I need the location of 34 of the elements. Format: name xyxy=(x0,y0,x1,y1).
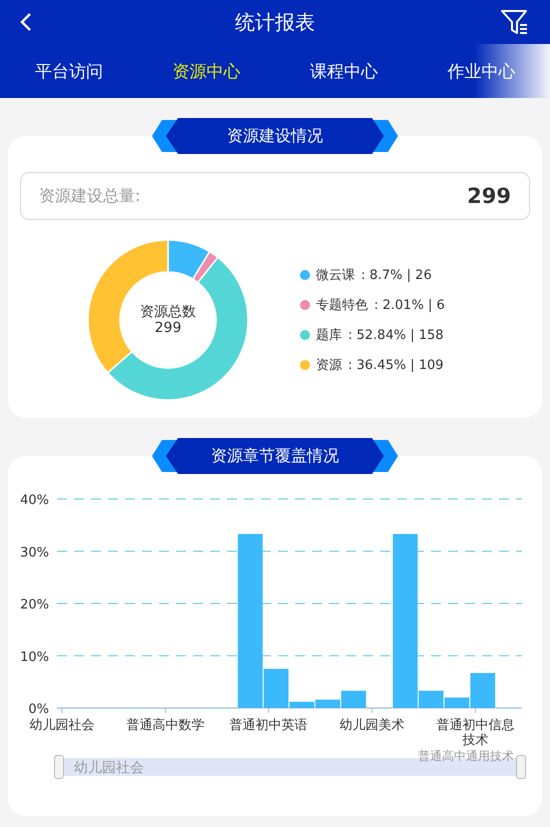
section-title: 资源建设情况 xyxy=(152,118,398,154)
zoom-end-label: 普通高中通用技术 xyxy=(417,749,514,763)
tab[interactable]: 资源中心 xyxy=(138,44,275,98)
legend-label: 专题特色 xyxy=(316,297,368,314)
axis-label: 幼儿园美术 xyxy=(338,718,406,733)
back-icon[interactable] xyxy=(20,12,32,32)
page-title: 统计报表 xyxy=(235,8,315,36)
tab[interactable]: 课程中心 xyxy=(275,44,412,98)
axis-label: 10% xyxy=(20,650,49,665)
zoom-start-label: 幼儿园社会 xyxy=(74,759,144,777)
legend-value: : 2.01% | 6 xyxy=(374,298,445,312)
axis-label: 普通初中信息技术 xyxy=(435,718,516,748)
legend-value: : 8.7% | 26 xyxy=(361,268,432,282)
legend-value: : 52.84% | 158 xyxy=(348,328,444,342)
legend-value: : 36.45% | 109 xyxy=(348,358,444,372)
tab[interactable]: 平台访问 xyxy=(0,44,138,98)
slider-handle[interactable] xyxy=(54,755,64,779)
legend-label: 微云课 xyxy=(316,267,355,284)
center-label: 资源总数 xyxy=(140,304,196,320)
center-value: 299 xyxy=(154,320,182,336)
legend-label: 题库 xyxy=(316,327,342,344)
axis-label: 幼儿园社会 xyxy=(28,718,96,733)
axis-label: 20% xyxy=(20,598,49,612)
axis-label: 0% xyxy=(28,702,49,717)
filter-icon[interactable] xyxy=(500,8,530,36)
slider-handle[interactable] xyxy=(516,755,526,779)
legend-label: 资源 xyxy=(316,357,342,374)
total-value: 299 xyxy=(467,184,511,208)
total-label: 资源建设总量: xyxy=(39,186,140,206)
axis-label: 40% xyxy=(20,493,49,508)
section-title: 资源章节覆盖情况 xyxy=(152,438,398,474)
axis-label: 普通初中英语 xyxy=(228,718,309,733)
axis-label: 普通高中数学 xyxy=(125,718,206,733)
axis-label: 30% xyxy=(20,545,49,560)
